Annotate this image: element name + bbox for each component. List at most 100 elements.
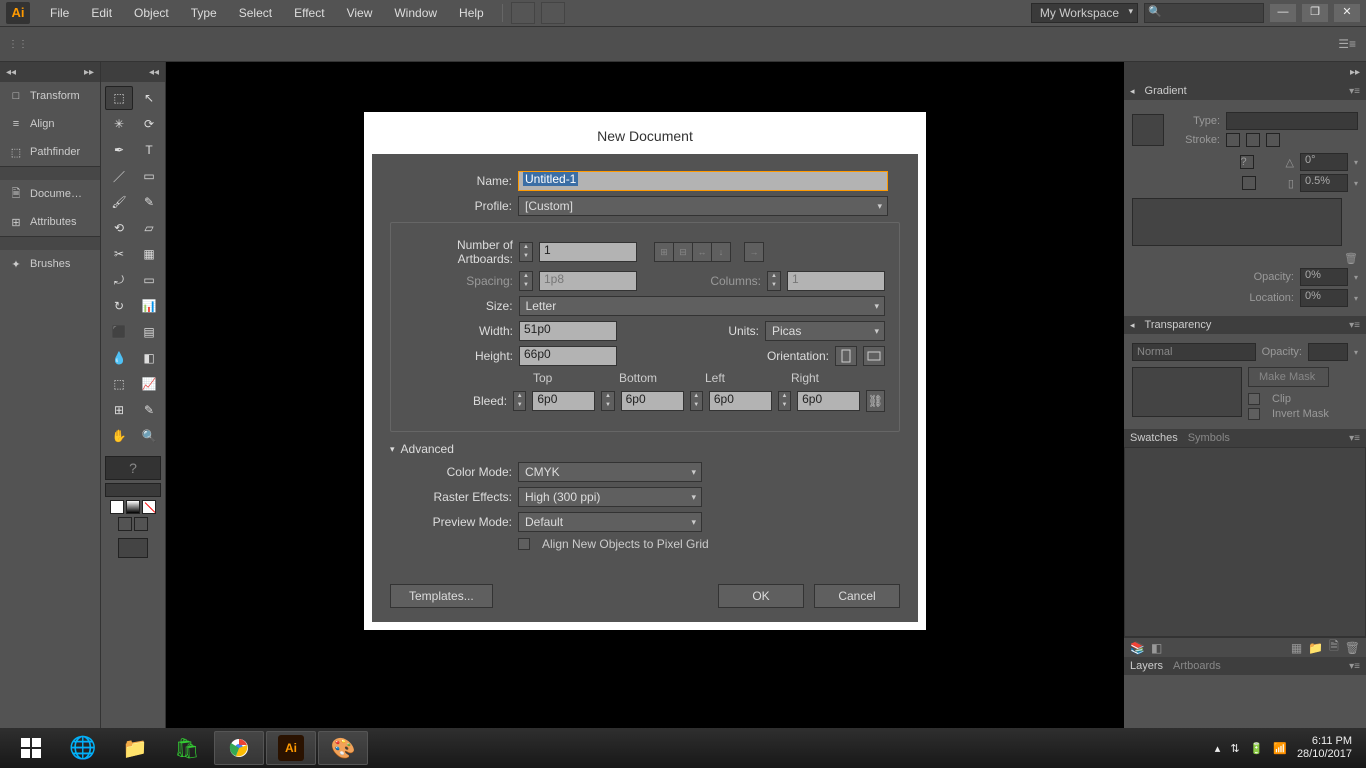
- none-swatch[interactable]: [142, 500, 156, 514]
- gradient-angle-input[interactable]: 0°: [1300, 153, 1348, 171]
- delete-swatch-icon[interactable]: 🗑: [1345, 641, 1360, 655]
- profile-dropdown[interactable]: [Custom]: [518, 196, 888, 216]
- selection-tool[interactable]: ⬚: [105, 86, 133, 110]
- stroke-within-icon[interactable]: [1226, 133, 1240, 147]
- gradient-location-input[interactable]: 0%: [1300, 289, 1348, 307]
- invert-mask-checkbox[interactable]: [1248, 408, 1260, 420]
- artboards-input[interactable]: 1: [539, 242, 637, 262]
- advanced-disclosure[interactable]: Advanced: [390, 442, 900, 456]
- spacing-input[interactable]: 1p8: [539, 271, 637, 291]
- gradient-tool[interactable]: ▤: [135, 320, 163, 344]
- panel-pathfinder[interactable]: ⬚Pathfinder: [0, 138, 100, 166]
- dropdown-icon[interactable]: ▾: [1354, 179, 1358, 188]
- close-button[interactable]: ✕: [1334, 4, 1360, 22]
- cancel-button[interactable]: Cancel: [814, 584, 900, 608]
- menu-effect[interactable]: Effect: [284, 2, 334, 24]
- stroke-along-icon[interactable]: [1246, 133, 1260, 147]
- arrange-col-icon[interactable]: ↓: [711, 242, 731, 262]
- new-color-group-icon[interactable]: 📁: [1308, 641, 1323, 655]
- clip-checkbox[interactable]: [1248, 393, 1260, 405]
- bleed-bottom-input[interactable]: 6p0: [621, 391, 684, 411]
- raster-dropdown[interactable]: High (300 ppi): [518, 487, 702, 507]
- bleed-top-spinner[interactable]: ▲▼: [513, 391, 526, 411]
- direct-selection-tool[interactable]: ↖: [135, 86, 163, 110]
- width-tool[interactable]: ⤾: [105, 268, 133, 292]
- type-tool[interactable]: T: [135, 138, 163, 162]
- bleed-right-input[interactable]: 6p0: [797, 391, 860, 411]
- artboard-tool[interactable]: ⊞: [105, 398, 133, 422]
- menu-view[interactable]: View: [337, 2, 383, 24]
- mesh-tool[interactable]: ⬛: [105, 320, 133, 344]
- bridge-icon[interactable]: [511, 2, 535, 24]
- swatches-tab[interactable]: Swatches: [1130, 432, 1178, 444]
- screen-mode-full[interactable]: [134, 517, 148, 531]
- transparency-tab[interactable]: Transparency: [1145, 319, 1212, 331]
- eraser-tool[interactable]: ▱: [135, 216, 163, 240]
- paintbrush-tool[interactable]: 🖌: [105, 190, 133, 214]
- grid-by-row-icon[interactable]: ⊞: [654, 242, 674, 262]
- menu-type[interactable]: Type: [181, 2, 227, 24]
- taskbar-store[interactable]: 🛍: [162, 731, 212, 765]
- bleed-right-spinner[interactable]: ▲▼: [778, 391, 791, 411]
- slice-tool[interactable]: ✎: [135, 398, 163, 422]
- rotate-tool[interactable]: ✂: [105, 242, 133, 266]
- pencil-tool[interactable]: ✎: [135, 190, 163, 214]
- blob-brush-tool[interactable]: ⟲: [105, 216, 133, 240]
- lasso-tool[interactable]: ⟳: [135, 112, 163, 136]
- bleed-link-button[interactable]: ⛓: [866, 390, 885, 412]
- panel-menu-icon[interactable]: ▾≡: [1349, 433, 1360, 444]
- menu-object[interactable]: Object: [124, 2, 179, 24]
- collapse-icon[interactable]: ◂◂: [149, 67, 159, 78]
- templates-button[interactable]: Templates...: [390, 584, 493, 608]
- start-button[interactable]: [6, 731, 56, 765]
- preview-dropdown[interactable]: Default: [518, 512, 702, 532]
- workspace-switcher[interactable]: My Workspace: [1031, 3, 1138, 23]
- panel-menu-icon[interactable]: ▾≡: [1349, 661, 1360, 672]
- height-input[interactable]: 66p0: [519, 346, 617, 366]
- screen-mode-normal[interactable]: [118, 517, 132, 531]
- bleed-top-input[interactable]: 6p0: [532, 391, 595, 411]
- search-input[interactable]: [1144, 3, 1264, 23]
- reverse-gradient-icon[interactable]: [1242, 176, 1256, 190]
- zoom-tool[interactable]: 🔍: [135, 424, 163, 448]
- column-graph-tool[interactable]: 📈: [135, 372, 163, 396]
- panel-align[interactable]: ≡Align: [0, 110, 100, 138]
- expand-icon[interactable]: ▸▸: [1350, 67, 1360, 78]
- shape-builder-tool[interactable]: ↻: [105, 294, 133, 318]
- panel-document-info[interactable]: 🗎Docume…: [0, 180, 100, 208]
- make-mask-button[interactable]: Make Mask: [1248, 367, 1329, 387]
- panel-brushes[interactable]: ✦Brushes: [0, 250, 100, 278]
- gradient-opacity-input[interactable]: 0%: [1300, 268, 1348, 286]
- collapse-icon[interactable]: ▸▸: [84, 67, 94, 78]
- panel-transform[interactable]: □Transform: [0, 82, 100, 110]
- size-dropdown[interactable]: Letter: [519, 296, 885, 316]
- symbols-tab[interactable]: Symbols: [1188, 432, 1230, 444]
- taskbar-illustrator[interactable]: Ai: [266, 731, 316, 765]
- opacity-mask-thumb[interactable]: [1132, 367, 1242, 417]
- color-mode-dropdown[interactable]: CMYK: [518, 462, 702, 482]
- free-transform-tool[interactable]: ▭: [135, 268, 163, 292]
- blend-mode-dropdown[interactable]: Normal: [1132, 343, 1256, 361]
- columns-input[interactable]: 1: [787, 271, 885, 291]
- artboards-tab[interactable]: Artboards: [1173, 660, 1221, 672]
- menu-edit[interactable]: Edit: [81, 2, 122, 24]
- minimize-button[interactable]: —: [1270, 4, 1296, 22]
- color-mode-row[interactable]: [105, 483, 161, 497]
- swatch-options-icon[interactable]: ▦: [1291, 641, 1302, 655]
- magic-wand-tool[interactable]: ✳: [105, 112, 133, 136]
- artboards-spinner[interactable]: ▲▼: [519, 242, 533, 262]
- symbol-sprayer-tool[interactable]: ⬚: [105, 372, 133, 396]
- gradient-aspect-input[interactable]: 0.5%: [1300, 174, 1348, 192]
- color-swatch[interactable]: [110, 500, 124, 514]
- taskbar-paint[interactable]: 🎨: [318, 731, 368, 765]
- collapse-icon[interactable]: ◂◂: [6, 67, 16, 78]
- dropdown-icon[interactable]: ▾: [1354, 158, 1358, 167]
- swatches-body[interactable]: [1124, 447, 1366, 637]
- panel-menu-icon[interactable]: ▾≡: [1349, 86, 1360, 97]
- orientation-portrait-button[interactable]: [835, 346, 857, 366]
- bleed-left-spinner[interactable]: ▲▼: [690, 391, 703, 411]
- taskbar-clock[interactable]: 6:11 PM 28/10/2017: [1297, 735, 1360, 761]
- pen-tool[interactable]: ✒: [105, 138, 133, 162]
- trash-icon[interactable]: 🗑: [1344, 252, 1358, 265]
- gradient-type-dropdown[interactable]: [1226, 112, 1358, 130]
